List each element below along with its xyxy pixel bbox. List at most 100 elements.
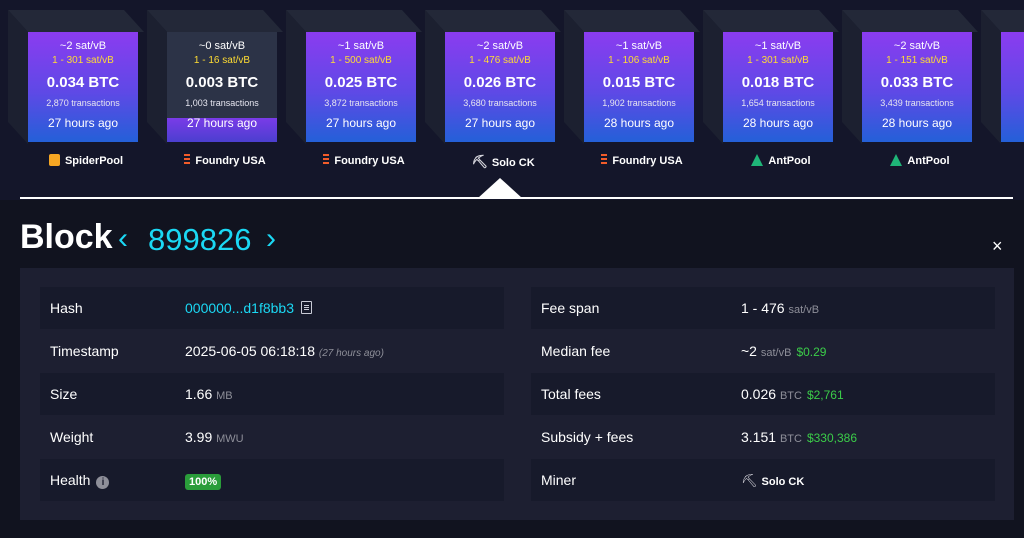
fee-span-row: Fee span 1 - 476 sat/vB <box>531 287 995 329</box>
block-miner-7[interactable]: AntPool <box>850 154 990 167</box>
block-card-1[interactable]: ~2 sat/vB 1 - 301 sat/vB 0.034 BTC 2,870… <box>8 10 144 144</box>
miner-link[interactable]: Solo CK <box>762 476 805 488</box>
block-card-partial[interactable] <box>981 10 1024 144</box>
block-time-ago: 27 hours ago <box>47 116 119 130</box>
size-value: 1.66 <box>185 386 213 402</box>
block-details-panel: Hash 000000...d1f8bb3 Timestamp 2025-06-… <box>20 268 1014 520</box>
block-tx-count: 3,680 transactions <box>463 98 537 108</box>
block-miner-3[interactable]: Foundry USA <box>294 154 434 167</box>
health-label: Health <box>50 472 91 488</box>
block-card-4[interactable]: ~2 sat/vB 1 - 476 sat/vB 0.026 BTC 3,680… <box>425 10 561 144</box>
copy-icon[interactable] <box>301 301 312 314</box>
median-fee-usd: $0.29 <box>796 345 827 359</box>
block-fee-range: 1 - 106 sat/vB <box>608 55 670 66</box>
close-button[interactable]: × <box>992 236 1003 257</box>
block-card-6[interactable]: ~1 sat/vB 1 - 301 sat/vB 0.018 BTC 1,654… <box>703 10 839 144</box>
timestamp-row: Timestamp 2025-06-05 06:18:18 (27 hours … <box>40 330 504 372</box>
block-total-fees: 0.025 BTC <box>324 74 398 91</box>
total-fees-label: Total fees <box>541 386 601 402</box>
median-fee-row: Median fee ~2 sat/vB $0.29 <box>531 330 995 372</box>
timestamp-value: 2025-06-05 06:18:18 <box>185 343 315 359</box>
block-fee-range: 1 - 500 sat/vB <box>330 55 392 66</box>
block-total-fees: 0.026 BTC <box>463 74 537 91</box>
block-fee-range: 1 - 16 sat/vB <box>193 55 251 66</box>
hash-row: Hash 000000...d1f8bb3 <box>40 287 504 329</box>
pickaxe-icon: ⛏ <box>741 473 758 488</box>
miner-row: Miner ⛏ Solo CK <box>531 459 995 501</box>
block-miner-4[interactable]: ⛏ Solo CK <box>433 154 573 170</box>
info-icon[interactable]: i <box>96 476 110 489</box>
block-fee-range: 1 - 301 sat/vB <box>747 55 809 66</box>
block-time-ago: 27 hours ago <box>464 116 536 130</box>
timestamp-label: Timestamp <box>50 343 119 359</box>
block-fee-range: 1 - 151 sat/vB <box>886 55 948 66</box>
block-median-fee: ~2 sat/vB <box>59 40 107 52</box>
total-fees-value: 0.026 <box>741 386 777 402</box>
block-tx-count: 2,870 transactions <box>46 98 120 108</box>
weight-unit: MWU <box>216 433 244 445</box>
total-fees-usd: $2,761 <box>806 388 844 402</box>
fee-span-label: Fee span <box>541 300 600 316</box>
block-total-fees: 0.033 BTC <box>880 74 954 91</box>
size-label: Size <box>50 386 78 402</box>
block-height: 899826 <box>148 222 252 257</box>
median-fee-unit: sat/vB <box>760 347 792 359</box>
block-miner-6[interactable]: AntPool <box>711 154 851 167</box>
size-row: Size 1.66 MB <box>40 373 504 415</box>
block-total-fees: 0.034 BTC <box>46 74 120 91</box>
health-badge[interactable]: 100% <box>185 474 222 490</box>
pickaxe-icon: ⛏ <box>471 154 488 169</box>
block-median-fee: ~2 sat/vB <box>476 40 524 52</box>
block-tx-count: 3,872 transactions <box>324 98 398 108</box>
block-median-fee: ~1 sat/vB <box>615 40 663 52</box>
block-card-7[interactable]: ~2 sat/vB 1 - 151 sat/vB 0.033 BTC 3,439… <box>842 10 978 144</box>
block-median-fee: ~1 sat/vB <box>754 40 802 52</box>
miner-label: Miner <box>541 472 577 488</box>
next-block-button[interactable]: › <box>266 222 276 256</box>
median-fee-label: Median fee <box>541 343 611 359</box>
subsidy-unit: BTC <box>779 433 802 445</box>
block-total-fees: 0.015 BTC <box>602 74 676 91</box>
antpool-icon <box>751 154 764 166</box>
block-time-ago: 27 hours ago <box>325 116 397 130</box>
block-time-ago: 27 hours ago <box>186 116 258 130</box>
block-fee-range: 1 - 301 sat/vB <box>52 55 114 66</box>
subsidy-row: Subsidy + fees 3.151 BTC $330,386 <box>531 416 995 458</box>
block-median-fee: ~2 sat/vB <box>893 40 941 52</box>
block-tx-count: 1,902 transactions <box>602 98 676 108</box>
total-fees-unit: BTC <box>779 390 802 402</box>
block-median-fee: ~0 sat/vB <box>198 40 246 52</box>
timestamp-relative: (27 hours ago) <box>318 348 384 359</box>
divider <box>20 197 1013 199</box>
size-unit: MB <box>216 390 233 402</box>
block-card-2[interactable]: ~0 sat/vB 1 - 16 sat/vB 0.003 BTC 1,003 … <box>147 10 283 144</box>
total-fees-row: Total fees 0.026 BTC $2,761 <box>531 373 995 415</box>
block-miner-5[interactable]: Foundry USA <box>572 154 712 167</box>
weight-label: Weight <box>50 429 94 445</box>
weight-row: Weight 3.99 MWU <box>40 416 504 458</box>
subsidy-usd: $330,386 <box>806 431 857 445</box>
page-title: Block <box>20 218 113 256</box>
block-miner-1[interactable]: SpiderPool <box>16 154 156 167</box>
block-tx-count: 3,439 transactions <box>880 98 954 108</box>
blockchain-strip: ~2 sat/vB 1 - 301 sat/vB 0.034 BTC 2,870… <box>0 0 1024 200</box>
block-card-3[interactable]: ~1 sat/vB 1 - 500 sat/vB 0.025 BTC 3,872… <box>286 10 422 144</box>
block-total-fees: 0.003 BTC <box>185 74 259 91</box>
block-card-5[interactable]: ~1 sat/vB 1 - 106 sat/vB 0.015 BTC 1,902… <box>564 10 700 144</box>
antpool-icon <box>890 154 903 166</box>
previous-block-button[interactable]: ‹ <box>118 222 128 256</box>
health-row: Health i 100% <box>40 459 504 501</box>
block-time-ago: 28 hours ago <box>603 116 675 130</box>
fee-span-unit: sat/vB <box>788 304 820 316</box>
block-tx-count: 1,003 transactions <box>185 98 259 108</box>
foundry-icon <box>601 154 608 166</box>
block-miner-2[interactable]: Foundry USA <box>155 154 295 167</box>
weight-value: 3.99 <box>185 429 213 445</box>
foundry-icon <box>184 154 191 166</box>
subsidy-value: 3.151 <box>741 429 777 445</box>
fee-span-value: 1 - 476 <box>741 300 785 316</box>
block-time-ago: 28 hours ago <box>881 116 953 130</box>
hash-link[interactable]: 000000...d1f8bb3 <box>185 300 294 316</box>
hash-label: Hash <box>50 300 83 316</box>
block-total-fees: 0.018 BTC <box>741 74 815 91</box>
